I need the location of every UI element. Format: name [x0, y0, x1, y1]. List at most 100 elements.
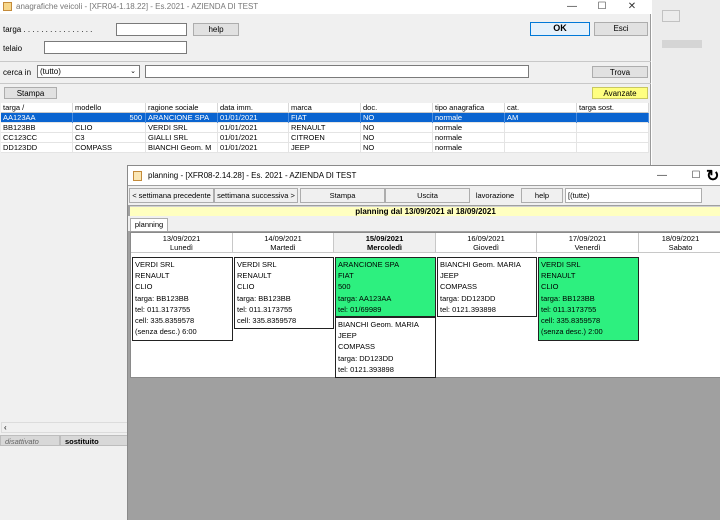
minimize-icon[interactable]: — — [557, 0, 587, 14]
trova-button[interactable]: Trova — [592, 66, 648, 78]
appointment-line: COMPASS — [440, 282, 477, 292]
table-row[interactable]: DD123DD COMPASS BIANCHI Geom. M 01/01/20… — [1, 143, 649, 153]
cell: C3 — [73, 133, 146, 143]
appointment-line: JEEP — [338, 331, 357, 341]
col-header[interactable]: ragione sociale — [146, 103, 218, 113]
day-header-selected[interactable]: 15/09/2021 Mercoledì — [334, 233, 436, 253]
cell: 01/01/2021 — [218, 123, 289, 133]
appointment-line: VERDI SRL — [237, 260, 277, 269]
appointment-card[interactable]: BIANCHI Geom. MARIA JEEP COMPASS targa: … — [437, 257, 537, 317]
cell: 500 — [73, 113, 146, 123]
background-label — [662, 40, 702, 48]
period-label: planning dal 13/09/2021 al 18/09/2021 — [130, 206, 720, 216]
vehicles-titlebar: anagrafiche veicoli - [XFR04-1.18.22] - … — [0, 0, 651, 14]
cell: RENAULT — [289, 123, 361, 133]
esci-button[interactable]: Esci — [594, 22, 648, 36]
cell: ARANCIONE SPA — [146, 113, 218, 123]
lavorazione-select[interactable]: [(tutte) — [565, 188, 702, 203]
targa-input[interactable] — [116, 23, 187, 36]
appointment-card[interactable]: BIANCHI Geom. MARIA JEEP COMPASS targa: … — [335, 317, 436, 378]
tab-planning[interactable]: planning — [130, 218, 168, 231]
targa-label: targa . . . . . . . . . . . . . . . . — [3, 25, 93, 34]
appointment-line: RENAULT — [135, 271, 170, 281]
appointment-line: tel: 011.3173755 — [135, 304, 191, 314]
stampa-button[interactable]: Stampa — [300, 188, 385, 203]
day-header[interactable]: 17/09/2021 Venerdì — [537, 233, 639, 253]
table-row[interactable]: AA123AA 500 ARANCIONE SPA 01/01/2021 FIA… — [1, 113, 649, 123]
telaio-label: telaio — [3, 44, 23, 53]
status-bar: disattivato sostituito — [0, 435, 130, 446]
cell: NO — [361, 113, 433, 123]
cell: FIAT — [289, 113, 361, 123]
status-disattivato: disattivato — [0, 435, 60, 446]
day-header[interactable]: 18/09/2021 Sabato — [639, 233, 720, 253]
appointment-line: BIANCHI Geom. MARIA — [338, 320, 419, 329]
vehicles-grid: targa / modello ragione sociale data imm… — [1, 103, 649, 153]
planning-toolbar: < settimana precedente settimana success… — [128, 186, 720, 205]
col-header[interactable]: targa / — [1, 103, 73, 113]
appointment-card[interactable]: VERDI SRL RENAULT CLIO targa: BB123BB te… — [538, 257, 639, 341]
appointment-line: targa: BB123BB — [237, 293, 291, 303]
app-icon — [133, 171, 142, 181]
appointment-line: targa: DD123DD — [440, 293, 496, 303]
next-week-button[interactable]: settimana successiva > — [214, 188, 298, 203]
cell: BIANCHI Geom. M — [146, 143, 218, 153]
table-row[interactable]: CC123CC C3 GIALLI SRL 01/01/2021 CITROEN… — [1, 133, 649, 143]
help-button[interactable]: help — [193, 23, 239, 36]
col-header[interactable]: marca — [289, 103, 361, 113]
cell: JEEP — [289, 143, 361, 153]
day-header[interactable]: 14/09/2021 Martedì — [233, 233, 334, 253]
close-icon[interactable]: ✕ — [617, 0, 647, 14]
day-date: 16/09/2021 — [467, 234, 505, 243]
table-row[interactable]: BB123BB CLIO VERDI SRL 01/01/2021 RENAUL… — [1, 123, 649, 133]
col-header[interactable]: targa sost. — [577, 103, 649, 113]
cerca-in-value: (tutto) — [40, 67, 61, 76]
cell: 01/01/2021 — [218, 133, 289, 143]
appointment-line: ARANCIONE SPA — [338, 260, 400, 269]
previous-week-button[interactable]: < settimana precedente — [129, 188, 214, 203]
appointment-line: COMPASS — [338, 342, 375, 352]
maximize-icon[interactable]: ☐ — [587, 0, 617, 14]
separator — [0, 61, 651, 62]
separator — [0, 83, 651, 84]
avanzate-button[interactable]: Avanzate — [592, 87, 648, 99]
grid-header: targa / modello ragione sociale data imm… — [1, 103, 649, 113]
col-header[interactable]: data imm. — [218, 103, 289, 113]
refresh-icon[interactable]: ↻ — [706, 168, 720, 186]
cell: normale — [433, 143, 505, 153]
cell — [577, 133, 649, 143]
appointment-line: targa: DD123DD — [338, 353, 394, 363]
col-header[interactable]: cat. — [505, 103, 577, 113]
appointment-line: targa: AA123AA — [338, 293, 392, 303]
horizontal-scrollbar[interactable]: ‹ — [1, 422, 129, 433]
day-header[interactable]: 16/09/2021 Giovedì — [436, 233, 537, 253]
uscita-button[interactable]: Uscita — [385, 188, 470, 203]
col-header[interactable]: doc. — [361, 103, 433, 113]
minimize-icon[interactable]: — — [647, 169, 677, 183]
appointment-card[interactable]: VERDI SRL RENAULT CLIO targa: BB123BB te… — [234, 257, 334, 329]
cell: NO — [361, 143, 433, 153]
appointment-line: tel: 011.3173755 — [541, 304, 597, 314]
appointment-card[interactable]: VERDI SRL RENAULT CLIO targa: BB123BB te… — [132, 257, 233, 341]
col-header[interactable]: tipo anagrafica — [433, 103, 505, 113]
cell — [505, 123, 577, 133]
cell: AA123AA — [1, 113, 73, 123]
day-name: Venerdì — [574, 243, 601, 252]
help-button[interactable]: help — [521, 188, 563, 203]
cerca-in-select[interactable]: (tutto) ⌄ — [37, 65, 140, 78]
day-name: Lunedì — [170, 243, 193, 252]
cerca-input[interactable] — [145, 65, 529, 78]
appointment-card[interactable]: ARANCIONE SPA FIAT 500 targa: AA123AA te… — [335, 257, 436, 317]
ok-button[interactable]: OK — [530, 22, 590, 36]
background-icon — [662, 10, 680, 22]
telaio-input[interactable] — [44, 41, 187, 54]
appointment-line: BIANCHI Geom. MARIA — [440, 260, 521, 269]
stampa-button[interactable]: Stampa — [4, 87, 57, 99]
week-calendar: 13/09/2021 Lunedì 14/09/2021 Martedì 15/… — [130, 232, 720, 378]
scroll-left-icon[interactable]: ‹ — [4, 423, 7, 433]
vehicles-window-title: anagrafiche veicoli - [XFR04-1.18.22] - … — [16, 2, 259, 11]
day-name: Sabato — [668, 243, 693, 252]
day-header[interactable]: 13/09/2021 Lunedì — [131, 233, 233, 253]
appointment-line: FIAT — [338, 271, 354, 281]
col-header[interactable]: modello — [73, 103, 146, 113]
